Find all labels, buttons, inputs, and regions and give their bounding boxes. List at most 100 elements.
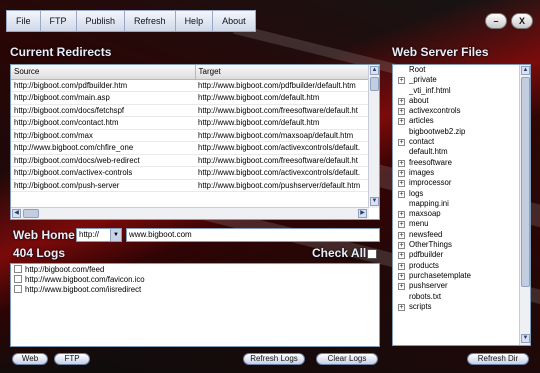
expand-icon[interactable]: + <box>398 108 405 116</box>
list-item[interactable]: http://www.bigboot.com/iisredirect <box>11 284 379 294</box>
list-item[interactable]: http://bigboot.com/feed <box>11 264 379 274</box>
table-row[interactable]: http://bigboot.com/push-server http://www… <box>11 179 369 192</box>
expand-icon[interactable]: + <box>398 97 405 105</box>
tree-item[interactable]: + improcessor <box>393 178 530 188</box>
tree-item[interactable]: bigbootweb2.zip <box>393 127 530 137</box>
protocol-select[interactable]: http:// ▼ <box>76 228 122 242</box>
redirects-table[interactable]: Source Target http://bigboot.com/pdfbuil… <box>10 64 380 220</box>
refresh-logs-button[interactable]: Refresh Logs <box>243 353 305 365</box>
tree-item[interactable]: + pdfbuilder <box>393 250 530 260</box>
scroll-up-icon[interactable]: ▲ <box>370 66 379 75</box>
ftp-button[interactable]: FTP <box>54 353 90 365</box>
tree-item[interactable]: default.htm <box>393 147 530 157</box>
expand-icon[interactable]: + <box>398 283 405 291</box>
expand-icon[interactable]: + <box>398 118 405 126</box>
tree-item[interactable]: + scripts <box>393 302 530 312</box>
web-button[interactable]: Web <box>12 353 48 365</box>
expand-icon[interactable]: + <box>398 159 405 167</box>
tree-item-label: mapping.ini <box>409 198 449 208</box>
expand-icon[interactable]: + <box>398 242 405 250</box>
scroll-thumb[interactable] <box>370 77 379 91</box>
scroll-right-icon[interactable]: ▶ <box>358 209 367 218</box>
table-row[interactable]: http://bigboot.com/docs/fetchspf http://w… <box>11 104 369 117</box>
chevron-down-icon[interactable]: ▼ <box>110 229 121 241</box>
tree-item[interactable]: + images <box>393 168 530 178</box>
expand-icon[interactable]: + <box>398 303 405 311</box>
expand-icon[interactable]: + <box>398 211 405 219</box>
tree-item[interactable]: mapping.ini <box>393 199 530 209</box>
tree-item[interactable]: + logs <box>393 189 530 199</box>
table-row[interactable]: http://bigboot.com/docs/web-redirect http… <box>11 154 369 167</box>
source-cell: http://bigboot.com/docs/web-redirect <box>11 154 195 167</box>
scroll-down-icon[interactable]: ▼ <box>521 334 530 343</box>
target-cell: http://www.bigboot.com/activexcontrols/d… <box>195 141 369 155</box>
scroll-up-icon[interactable]: ▲ <box>521 66 530 75</box>
expand-icon[interactable]: + <box>398 169 405 177</box>
clear-logs-button[interactable]: Clear Logs <box>316 353 378 365</box>
tree-item[interactable]: robots.txt <box>393 292 530 302</box>
redirects-vertical-scrollbar[interactable]: ▲ ▼ <box>368 65 379 208</box>
tree-item[interactable]: + pushserver <box>393 281 530 291</box>
tree-item[interactable]: + OtherThings <box>393 240 530 250</box>
source-cell: http://www.bigboot.com/chfire_one <box>11 141 195 155</box>
expand-icon[interactable]: + <box>398 252 405 260</box>
column-header-target[interactable]: Target <box>195 65 370 80</box>
expand-icon[interactable]: + <box>398 139 405 147</box>
scroll-left-icon[interactable]: ◀ <box>12 209 21 218</box>
column-header-source[interactable]: Source <box>11 65 196 80</box>
check-all-checkbox[interactable] <box>367 249 377 259</box>
tree-item[interactable]: + maxsoap <box>393 209 530 219</box>
table-row[interactable]: http://www.bigboot.com/chfire_one http://… <box>11 141 369 155</box>
tree-item-label: articles <box>409 116 434 126</box>
tree-item[interactable]: + activexcontrols <box>393 106 530 116</box>
tree-item-label: robots.txt <box>409 291 442 301</box>
tree-item[interactable]: + _private <box>393 75 530 85</box>
table-row[interactable]: http://bigboot.com/max http://www.bigboot… <box>11 129 369 142</box>
tree-item[interactable]: + about <box>393 96 530 106</box>
expand-icon[interactable]: + <box>398 77 405 85</box>
tree-item-label: pdfbuilder <box>409 250 444 260</box>
list-item[interactable]: http://www.bigboot.com/favicon.ico <box>11 274 379 284</box>
redirects-horizontal-scrollbar[interactable]: ◀ ▶ <box>11 207 369 219</box>
expand-icon[interactable]: + <box>398 190 405 198</box>
tree-item[interactable]: + freesoftware <box>393 158 530 168</box>
log-checkbox[interactable] <box>14 265 22 273</box>
scroll-down-icon[interactable]: ▼ <box>370 197 379 206</box>
expand-icon[interactable]: + <box>398 221 405 229</box>
menu-ftp[interactable]: FTP <box>41 11 77 31</box>
log-checkbox[interactable] <box>14 275 22 283</box>
source-cell: http://bigboot.com/pdfbuilder.htm <box>11 79 195 92</box>
table-row[interactable]: http://bigboot.com/main.asp http://www.bi… <box>11 91 369 105</box>
tree-item[interactable]: + purchasetemplate <box>393 271 530 281</box>
tree-vertical-scrollbar[interactable]: ▲ ▼ <box>519 65 530 345</box>
minimize-button[interactable]: – <box>485 13 507 29</box>
tree-item[interactable]: _vti_inf.html <box>393 86 530 96</box>
menu-refresh[interactable]: Refresh <box>125 11 176 31</box>
log-checkbox[interactable] <box>14 285 22 293</box>
expand-icon[interactable]: + <box>398 262 405 270</box>
tree-item[interactable]: + products <box>393 261 530 271</box>
table-row[interactable]: http://bigboot.com/activex-controls http:… <box>11 166 369 180</box>
expand-icon[interactable]: + <box>398 231 405 239</box>
table-row[interactable]: http://bigboot.com/contact.htm http://www… <box>11 116 369 130</box>
menu-about[interactable]: About <box>213 11 255 31</box>
tree-item[interactable]: + newsfeed <box>393 230 530 240</box>
menu-publish[interactable]: Publish <box>77 11 126 31</box>
tree-item[interactable]: Root <box>393 65 530 75</box>
refresh-dir-button[interactable]: Refresh Dir <box>467 353 529 365</box>
tree-item[interactable]: + menu <box>393 219 530 229</box>
table-row[interactable]: http://bigboot.com/pdfbuilder.htm http://… <box>11 79 369 92</box>
menu-file[interactable]: File <box>7 11 41 31</box>
close-button[interactable]: X <box>511 13 533 29</box>
expand-icon[interactable]: + <box>398 272 405 280</box>
log-url: http://www.bigboot.com/iisredirect <box>25 284 142 294</box>
scroll-thumb[interactable] <box>23 209 39 218</box>
tree-item[interactable]: + contact <box>393 137 530 147</box>
web-home-url-input[interactable]: www.bigboot.com <box>126 228 380 242</box>
tree-item[interactable]: + articles <box>393 116 530 126</box>
menu-help[interactable]: Help <box>176 11 214 31</box>
target-cell: http://www.bigboot.com/activexcontrols/d… <box>195 166 369 180</box>
scroll-thumb[interactable] <box>521 77 530 287</box>
source-cell: http://bigboot.com/main.asp <box>11 91 195 105</box>
expand-icon[interactable]: + <box>398 180 405 188</box>
